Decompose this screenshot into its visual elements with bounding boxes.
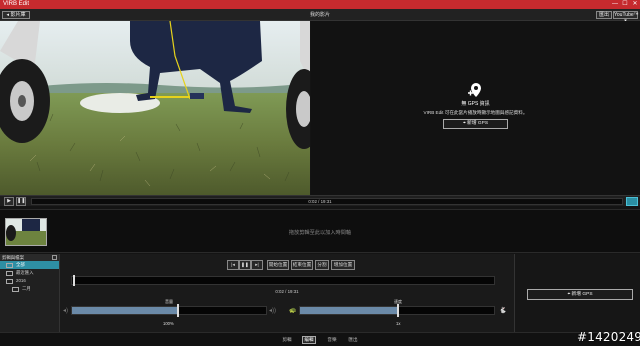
tab-export[interactable]: 匯出 — [346, 336, 360, 344]
export-button[interactable]: 匯出 — [596, 11, 612, 19]
playback-time: 0:02 / 19:31 — [308, 199, 332, 204]
folder-icon — [12, 287, 19, 292]
map-pin-icon: ⌖ — [462, 121, 466, 126]
fast-motion-icon[interactable]: 🐇 — [499, 307, 506, 314]
map-pin-icon: ⌖ — [567, 292, 571, 297]
next-frame-icon[interactable]: ▸| — [251, 260, 263, 270]
map-panel: 無 GPS 資訊 VIRB Edit 可在此當片播放時顯示地圖與感記資料。 ⌖ … — [311, 21, 640, 195]
fullscreen-icon[interactable] — [626, 197, 638, 206]
folder-icon — [6, 271, 13, 276]
speed-caption: 速度 — [394, 299, 402, 304]
volume-slider[interactable] — [71, 304, 267, 317]
volume-caption: 音量 — [165, 299, 173, 304]
add-gps-label: 新增 GPS — [466, 121, 489, 126]
back-to-library-button[interactable]: ◂ 影片庫 — [2, 11, 30, 19]
mode-tabs: 剪輯 編輯 音樂 匯出 — [0, 332, 640, 346]
set-start-button[interactable]: 開始位置 — [267, 260, 289, 270]
library-item-all[interactable]: 全部 — [0, 261, 59, 269]
pause-icon[interactable]: ❚❚ — [239, 260, 251, 270]
speed-value: 1x — [396, 321, 401, 326]
library-header: 剪輯與檔案 — [0, 254, 59, 261]
video-frame-image — [0, 21, 310, 195]
split-button[interactable]: 分割 — [315, 260, 329, 270]
speed-fill — [300, 307, 397, 314]
title-bar: VIRB Edit — ☐ ✕ — [0, 0, 640, 9]
gps-status-title: 無 GPS 資訊 — [461, 101, 490, 107]
library-item-recent[interactable]: 最近匯入 — [0, 269, 59, 277]
volume-up-icon[interactable]: ◂)) — [269, 307, 276, 314]
timeline-drop-hint: 拖放剪輯至此以加入時間軸 — [288, 230, 352, 236]
library-item-month[interactable]: 二月 — [0, 285, 59, 293]
slow-motion-icon[interactable]: 🐢 — [289, 307, 296, 314]
scrubber-handle[interactable] — [73, 275, 75, 286]
speed-knob[interactable] — [397, 304, 399, 317]
app-title: VIRB Edit — [3, 1, 30, 7]
library-panel: 剪輯與檔案 全部 最近匯入 2016 二月 — [0, 254, 60, 332]
tab-clips[interactable]: 剪輯 — [280, 336, 294, 344]
edit-scrubber[interactable] — [71, 275, 495, 286]
minimize-button[interactable]: — — [610, 0, 620, 9]
library-item-label: 最近匯入 — [16, 270, 34, 275]
folder-icon — [6, 263, 13, 268]
video-preview[interactable] — [0, 21, 310, 195]
volume-mute-icon[interactable]: ◂) — [63, 307, 68, 314]
set-end-button[interactable]: 結束位置 — [291, 260, 313, 270]
folder-icon — [6, 279, 13, 284]
edit-controls: |◂ ❚❚ ▸| 開始位置 結束位置 分割 增加位置 0:02 / 19:31 … — [61, 254, 513, 332]
library-item-year[interactable]: 2016 — [0, 277, 59, 285]
tab-music[interactable]: 音樂 — [325, 336, 339, 344]
library-header-label: 剪輯與檔案 — [2, 255, 24, 260]
gps-pin-add-icon — [468, 83, 481, 97]
collapse-panel-icon[interactable] — [52, 255, 57, 260]
gps-side-panel: ⌖ 新增 GPS — [514, 254, 640, 332]
tab-edit[interactable]: 編輯 — [302, 336, 316, 344]
back-label: 影片庫 — [10, 12, 26, 18]
playback-bar: ▶ ❚❚ 0:02 / 19:31 — [0, 195, 640, 206]
toolbar: 我的影片 ◂ 影片庫 匯出 YouTube™ ▾ — [0, 9, 640, 24]
project-title: 我的影片 — [309, 12, 330, 18]
close-button[interactable]: ✕ — [630, 0, 640, 9]
library-item-label: 全部 — [16, 262, 25, 267]
add-gps-button[interactable]: ⌖ 新增 GPS — [443, 119, 508, 129]
volume-fill — [72, 307, 177, 314]
volume-value: 100% — [163, 321, 174, 326]
clip-strip[interactable]: 拖放剪輯至此以加入時間軸 — [0, 209, 640, 253]
speed-slider[interactable] — [299, 304, 495, 317]
gps-description: VIRB Edit 可在此當片播放時顯示地圖與感記資料。 — [423, 110, 528, 115]
maximize-button[interactable]: ☐ — [620, 0, 630, 9]
add-gps-button[interactable]: ⌖ 新增 GPS — [527, 289, 633, 300]
previous-frame-icon[interactable]: |◂ — [227, 260, 239, 270]
library-item-label: 2016 — [16, 278, 26, 283]
volume-knob[interactable] — [177, 304, 179, 317]
add-to-timeline-button[interactable]: 增加位置 — [331, 260, 355, 270]
share-label: YouTube™ — [614, 12, 639, 18]
library-item-label: 二月 — [22, 286, 31, 291]
add-gps-label: 新增 GPS — [571, 292, 593, 297]
watermark: #1420249 — [577, 330, 640, 344]
edit-time: 0:02 / 19:31 — [275, 289, 299, 294]
editor-bottom: 剪輯與檔案 全部 最近匯入 2016 二月 |◂ ❚❚ ▸| 開始位置 結束位置… — [0, 254, 640, 332]
share-destination-select[interactable]: YouTube™ ▾ — [613, 11, 639, 24]
